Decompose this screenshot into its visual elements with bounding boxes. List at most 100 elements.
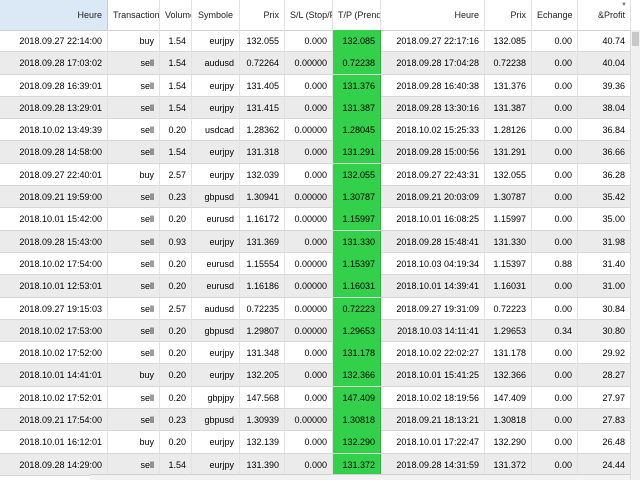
- profit-cell: 31.98: [578, 230, 631, 253]
- take-profit-cell: 1.28045: [333, 119, 381, 142]
- open-time-cell: 2018.10.02 17:53:00: [0, 319, 108, 342]
- table-row[interactable]: 2018.10.01 16:12:01 buy 0.20 eurjpy 132.139 0…: [0, 431, 640, 454]
- table-row[interactable]: 2018.09.27 22:40:01 buy 2.57 eurjpy 132.039 0…: [0, 163, 640, 187]
- volume-cell: 0.20: [160, 364, 192, 387]
- swap-cell: 0.00: [532, 30, 578, 52]
- open-time-cell: 2018.10.02 13:49:39: [0, 119, 108, 142]
- scrollbar-thumb[interactable]: [632, 32, 639, 46]
- profit-cell: 35.42: [578, 186, 631, 209]
- table-row[interactable]: 2018.09.21 19:59:00 sell 0.23 gbpusd 1.30941…: [0, 186, 640, 209]
- column-header-volume[interactable]: Volume: [160, 0, 192, 30]
- symbol-cell: eurjpy: [192, 342, 240, 365]
- table-row[interactable]: 2018.10.02 17:53:00 sell 0.20 gbpusd 1.29807…: [0, 319, 640, 343]
- stop-loss-cell: 0.00000: [285, 409, 333, 432]
- table-row[interactable]: 2018.10.02 17:54:00 sell 0.20 eurusd 1.15554…: [0, 252, 640, 276]
- close-price-cell: 131.291: [485, 141, 532, 164]
- horizontal-scrollbar[interactable]: [90, 474, 630, 480]
- table-row[interactable]: 2018.09.28 16:39:01 sell 1.54 eurjpy 131.405…: [0, 74, 640, 97]
- swap-cell: 0.00: [532, 141, 578, 164]
- transaction-cell: sell: [108, 275, 160, 298]
- vertical-scrollbar[interactable]: [630, 30, 640, 480]
- stop-loss-cell: 0.00000: [285, 297, 333, 320]
- profit-cell: 26.48: [578, 431, 631, 454]
- open-price-cell: 1.30939: [240, 409, 285, 432]
- table-row[interactable]: 2018.09.28 14:58:00 sell 1.54 eurjpy 131.318…: [0, 141, 640, 164]
- profit-cell: 30.84: [578, 297, 631, 320]
- table-row[interactable]: 2018.10.01 14:41:01 buy 0.20 eurjpy 132.205 0…: [0, 364, 640, 387]
- swap-cell: 0.00: [532, 453, 578, 476]
- table-row[interactable]: 2018.10.02 17:52:01 sell 0.20 gbpjpy 147.568…: [0, 386, 640, 410]
- close-time-cell: 2018.09.28 17:04:28: [381, 52, 485, 75]
- transaction-cell: buy: [108, 163, 160, 186]
- column-header-stop-loss[interactable]: S/L (Stop/Per...: [285, 0, 333, 30]
- stop-loss-cell: 0.000: [285, 453, 333, 476]
- close-price-cell: 1.15997: [485, 208, 532, 231]
- stop-loss-cell: 0.000: [285, 96, 333, 119]
- volume-cell: 1.54: [160, 141, 192, 164]
- close-time-cell: 2018.10.02 15:25:33: [381, 119, 485, 142]
- take-profit-cell: 131.376: [333, 74, 381, 97]
- symbol-cell: eurjpy: [192, 431, 240, 454]
- open-time-cell: 2018.09.21 17:54:00: [0, 409, 108, 432]
- symbol-cell: eurusd: [192, 208, 240, 231]
- take-profit-cell: 131.178: [333, 342, 381, 365]
- symbol-cell: gbpusd: [192, 186, 240, 209]
- symbol-cell: gbpjpy: [192, 386, 240, 409]
- trade-history-window: Heure Transaction Volume Symbole Prix S/…: [0, 0, 640, 480]
- close-time-cell: 2018.09.27 22:17:16: [381, 30, 485, 52]
- swap-cell: 0.00: [532, 96, 578, 119]
- take-profit-cell: 0.72223: [333, 297, 381, 320]
- open-price-cell: 132.039: [240, 163, 285, 186]
- close-price-cell: 132.366: [485, 364, 532, 387]
- column-header-close-price[interactable]: Prix: [485, 0, 532, 30]
- table-row[interactable]: 2018.09.28 15:43:00 sell 0.93 eurjpy 131.369…: [0, 230, 640, 253]
- column-header-open-time[interactable]: Heure: [0, 0, 108, 30]
- column-header-swap[interactable]: Echange: [532, 0, 578, 30]
- open-price-cell: 132.055: [240, 30, 285, 52]
- close-price-cell: 1.16031: [485, 275, 532, 298]
- profit-cell: 36.28: [578, 163, 631, 186]
- open-time-cell: 2018.10.01 12:53:01: [0, 275, 108, 298]
- close-price-cell: 1.28126: [485, 119, 532, 142]
- close-time-cell: 2018.10.03 04:19:34: [381, 252, 485, 275]
- table-row[interactable]: 2018.10.02 13:49:39 sell 0.20 usdcad 1.28362…: [0, 119, 640, 142]
- symbol-cell: eurjpy: [192, 30, 240, 52]
- column-header-close-time[interactable]: Heure: [381, 0, 485, 30]
- stop-loss-cell: 0.000: [285, 364, 333, 387]
- column-header-open-price[interactable]: Prix: [240, 0, 285, 30]
- profit-cell: 28.27: [578, 364, 631, 387]
- open-price-cell: 1.29807: [240, 319, 285, 342]
- close-time-cell: 2018.09.27 19:31:09: [381, 297, 485, 320]
- transaction-cell: sell: [108, 342, 160, 365]
- stop-loss-cell: 0.00000: [285, 252, 333, 275]
- table-row[interactable]: 2018.09.28 13:29:01 sell 1.54 eurjpy 131.415…: [0, 96, 640, 120]
- column-header-profit[interactable]: &Profit ▼: [578, 0, 631, 30]
- open-time-cell: 2018.09.28 13:29:01: [0, 96, 108, 119]
- column-header-transaction[interactable]: Transaction: [108, 0, 160, 30]
- volume-cell: 0.23: [160, 186, 192, 209]
- table-row[interactable]: 2018.09.21 17:54:00 sell 0.23 gbpusd 1.30939…: [0, 409, 640, 432]
- column-header-symbol[interactable]: Symbole: [192, 0, 240, 30]
- table-row[interactable]: 2018.10.01 15:42:00 sell 0.20 eurusd 1.16172…: [0, 208, 640, 231]
- close-price-cell: 131.330: [485, 230, 532, 253]
- open-time-cell: 2018.09.27 22:40:01: [0, 163, 108, 186]
- table-row[interactable]: 2018.09.27 19:15:03 sell 2.57 audusd 0.72235…: [0, 297, 640, 320]
- close-price-cell: 1.30787: [485, 186, 532, 209]
- open-time-cell: 2018.09.28 16:39:01: [0, 74, 108, 97]
- profit-cell: 36.66: [578, 141, 631, 164]
- table-row[interactable]: 2018.10.01 12:53:01 sell 0.20 eurusd 1.16186…: [0, 275, 640, 298]
- profit-cell: 24.44: [578, 453, 631, 476]
- table-row[interactable]: 2018.09.27 22:14:00 buy 1.54 eurjpy 132.055 0…: [0, 30, 640, 53]
- table-row[interactable]: 2018.09.28 17:03:02 sell 1.54 audusd 0.72264…: [0, 52, 640, 75]
- column-header-take-profit[interactable]: T/P (Prendre...: [333, 0, 381, 30]
- take-profit-cell: 131.387: [333, 96, 381, 119]
- open-time-cell: 2018.10.01 14:41:01: [0, 364, 108, 387]
- take-profit-cell: 1.15997: [333, 208, 381, 231]
- table-row[interactable]: 2018.09.28 14:29:00 sell 1.54 eurjpy 131.390…: [0, 453, 640, 476]
- symbol-cell: eurjpy: [192, 96, 240, 119]
- table-row[interactable]: 2018.10.02 17:52:00 sell 0.20 eurjpy 131.348…: [0, 342, 640, 365]
- volume-cell: 0.20: [160, 252, 192, 275]
- close-time-cell: 2018.09.28 14:31:59: [381, 453, 485, 476]
- transaction-cell: sell: [108, 386, 160, 409]
- stop-loss-cell: 0.000: [285, 30, 333, 52]
